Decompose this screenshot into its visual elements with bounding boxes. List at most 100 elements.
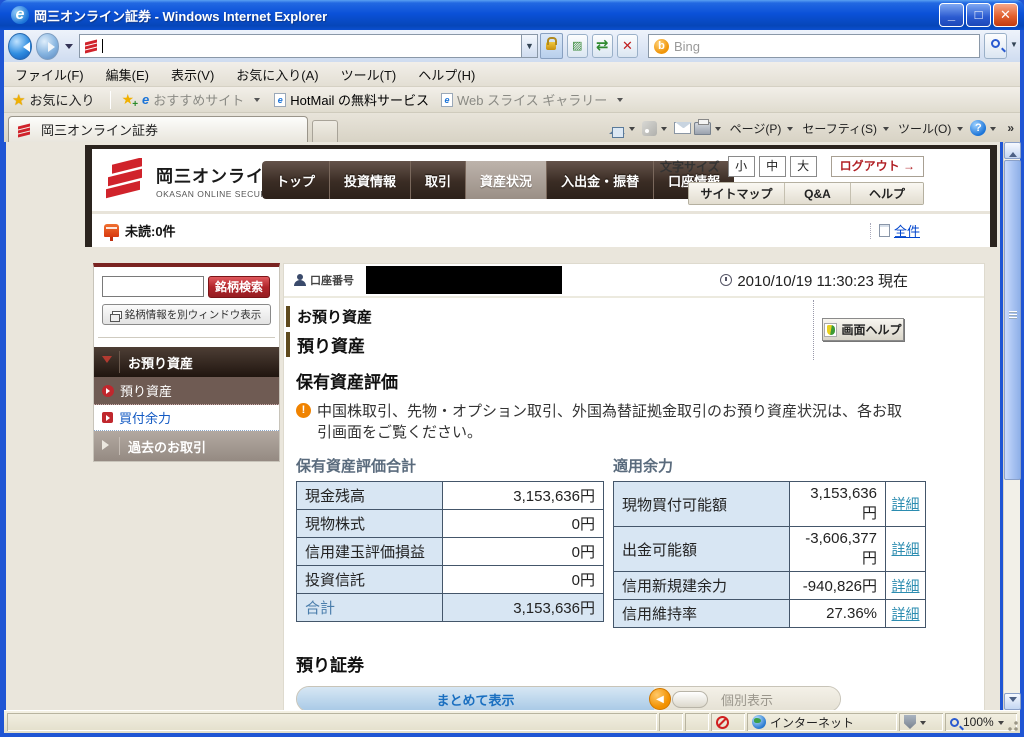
toggle-pill[interactable] (672, 691, 708, 708)
favorites-star-icon[interactable]: ★ (12, 91, 25, 109)
address-dropdown-button[interactable]: ▼ (522, 34, 538, 58)
nav-investment-info[interactable]: 投資情報 (330, 161, 412, 199)
sidebar-item-deposit-assets[interactable]: 預り資産 (94, 377, 279, 405)
separator (869, 222, 871, 239)
detail-link[interactable]: 詳細 (892, 606, 920, 622)
search-box[interactable]: b (647, 34, 980, 58)
add-favorite-icon[interactable]: ★ (121, 91, 137, 110)
search-button[interactable] (983, 33, 1007, 59)
screen-help-button[interactable]: 画面ヘルプ (822, 318, 904, 341)
scroll-up-button[interactable] (1004, 142, 1021, 159)
main-panel: 口座番号 2010/10/19 11:30:23 現在 お預り資産 預り資産 画… (283, 263, 985, 710)
safety-menu[interactable]: セーフティ(S) (800, 120, 879, 137)
address-bar[interactable] (79, 34, 523, 58)
menu-edit[interactable]: 編集(E) (95, 65, 160, 84)
font-size-small-button[interactable]: 小 (727, 156, 755, 177)
shield-icon (904, 715, 916, 729)
menu-tools[interactable]: ツール(T) (330, 65, 408, 84)
table-row: 現物株式 0円 (296, 509, 604, 538)
nav-trade[interactable]: 取引 (411, 161, 467, 199)
tools-menu[interactable]: ツール(O) (896, 120, 953, 137)
resize-grip[interactable] (1007, 720, 1019, 732)
nav-deposit-withdrawal[interactable]: 入出金・振替 (547, 161, 655, 199)
font-size-medium-button[interactable]: 中 (758, 156, 786, 177)
menu-file[interactable]: ファイル(F) (4, 65, 95, 84)
font-size-label: 文字サイズ (660, 160, 720, 174)
favorites-label[interactable]: お気に入り (29, 90, 94, 109)
history-dropdown-icon[interactable] (65, 43, 74, 53)
search-input[interactable] (673, 38, 974, 54)
page-menu[interactable]: ページ(P) (728, 120, 784, 137)
overflow-chevron[interactable]: » (1007, 121, 1014, 135)
ssl-lock-button[interactable] (539, 33, 563, 59)
chevron-down-icon[interactable] (957, 126, 964, 134)
logout-button[interactable]: ログアウト → (830, 156, 924, 177)
text-caret (102, 39, 104, 53)
all-messages-link[interactable]: 全件 (894, 221, 920, 240)
warning-icon: ! (296, 403, 311, 418)
menu-view[interactable]: 表示(V) (160, 65, 225, 84)
favorite-web-slice-gallery[interactable]: Web スライス ギャラリー (457, 90, 607, 109)
print-icon[interactable] (693, 118, 711, 135)
stock-search-input[interactable] (102, 276, 204, 297)
back-button[interactable] (8, 32, 32, 60)
search-dropdown-icon[interactable]: ▼ (1008, 33, 1020, 59)
chevron-down-icon[interactable] (617, 97, 624, 105)
menu-favorites[interactable]: お気に入り(A) (225, 65, 329, 84)
chevron-down-icon[interactable] (714, 126, 721, 134)
chevron-down-icon[interactable] (990, 126, 997, 134)
scrollbar-thumb[interactable] (1004, 160, 1021, 480)
favorite-suggested-sites[interactable]: おすすめサイト (153, 90, 244, 109)
sitemap-button[interactable]: サイトマップ (689, 183, 785, 204)
chevron-down-icon[interactable] (997, 720, 1004, 728)
menu-help[interactable]: ヘルプ(H) (407, 65, 486, 84)
hotmail-page-icon: e (274, 92, 287, 107)
toggle-summary-view[interactable]: まとめて表示 (297, 687, 654, 710)
chevron-down-icon[interactable] (920, 720, 926, 728)
chevron-down-icon[interactable] (882, 126, 889, 134)
font-size-large-button[interactable]: 大 (789, 156, 817, 177)
nav-top[interactable]: トップ (262, 161, 331, 199)
toggle-knob-icon[interactable]: ◀ (649, 688, 671, 710)
maximize-button[interactable]: □ (966, 3, 991, 27)
rss-feed-icon (641, 120, 657, 136)
tab-okasan[interactable]: 岡三オンライン証券 (8, 116, 308, 142)
refresh-button[interactable]: ⇄ (591, 34, 613, 58)
title-bar: e 岡三オンライン証券 - Windows Internet Explorer … (0, 0, 1024, 30)
nav-asset-status[interactable]: 資産状況 (466, 161, 548, 199)
detail-link[interactable]: 詳細 (892, 578, 920, 594)
divider (813, 300, 814, 360)
chevron-down-icon[interactable] (787, 126, 794, 134)
read-mail-icon[interactable] (673, 122, 692, 134)
new-tab-stub[interactable] (312, 120, 338, 142)
account-label: 口座番号 (310, 275, 354, 287)
row-label: 現物買付可能額 (613, 481, 790, 527)
qa-button[interactable]: Q&A (785, 183, 851, 204)
sidebar-menu-past-trades[interactable]: 過去のお取引 (94, 431, 279, 461)
sidebar-item-buying-power[interactable]: 買付余力 (94, 405, 279, 431)
detail-link[interactable]: 詳細 (892, 541, 920, 557)
account-number-redacted (366, 266, 562, 294)
close-button[interactable]: ✕ (993, 3, 1018, 27)
forward-button[interactable] (35, 32, 60, 60)
internet-globe-icon (752, 715, 766, 729)
protected-mode-cell[interactable] (899, 713, 943, 731)
stock-info-window-button[interactable]: 銘柄情報を別ウィンドウ表示 (102, 304, 271, 325)
stop-button[interactable]: ✕ (616, 34, 638, 58)
help-button-nav[interactable]: ヘルプ (851, 183, 923, 204)
chevron-down-icon[interactable] (254, 97, 261, 105)
stock-search-button[interactable]: 銘柄検索 (208, 276, 270, 298)
unread-count: 未読:0件 (125, 224, 176, 239)
minimize-button[interactable]: _ (939, 3, 964, 27)
new-window-icon (109, 310, 122, 322)
compatibility-view-button[interactable]: ▨ (566, 34, 588, 58)
help-icon[interactable]: ? (970, 120, 987, 136)
favorite-hotmail[interactable]: HotMail の無料サービス (290, 90, 429, 109)
sidebar-menu-deposit-assets[interactable]: お預り資産 (94, 347, 279, 377)
home-icon[interactable] (608, 123, 625, 138)
detail-link[interactable]: 詳細 (892, 496, 920, 512)
person-icon (294, 274, 306, 286)
chevron-down-icon[interactable] (628, 126, 635, 134)
scroll-down-button[interactable] (1004, 693, 1021, 710)
vertical-scrollbar[interactable] (1003, 142, 1021, 710)
